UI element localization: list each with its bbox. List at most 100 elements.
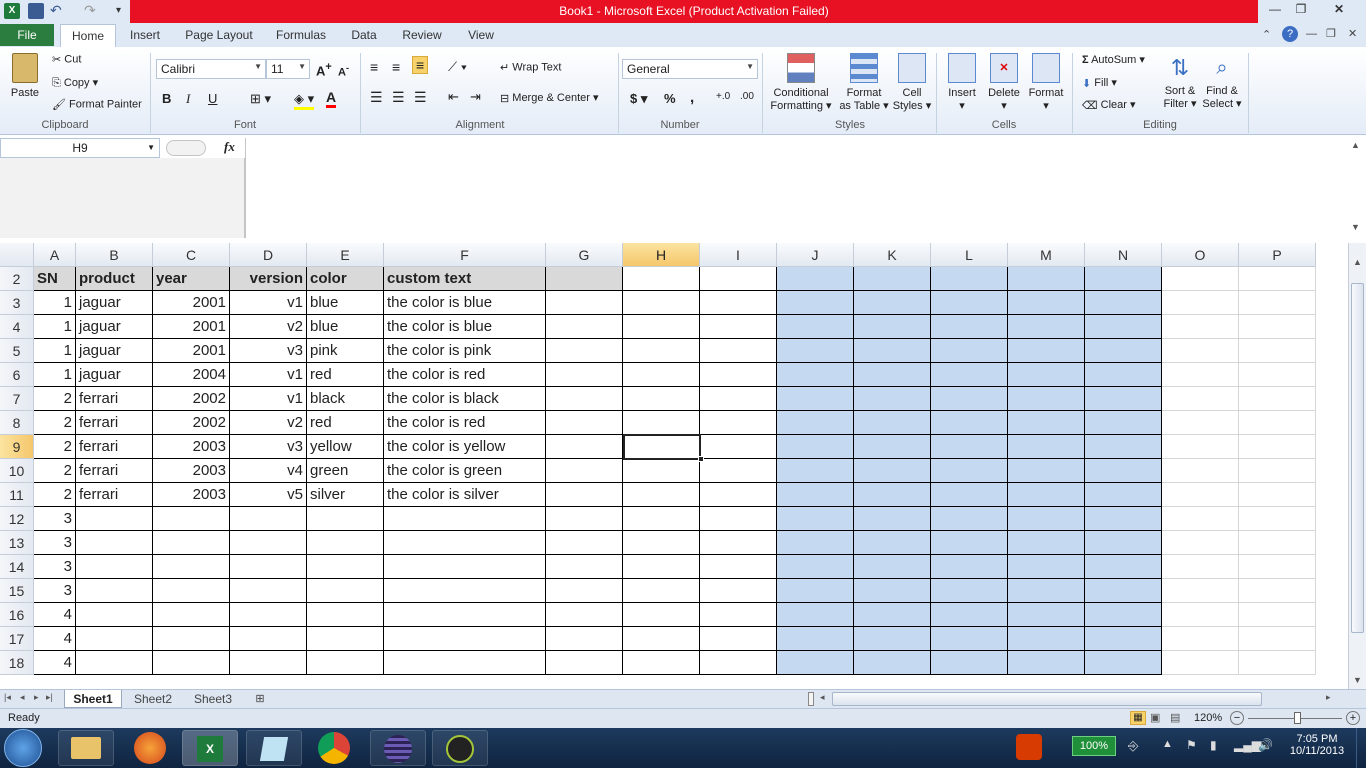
cell-l13[interactable] [931,531,1008,555]
cell-h11[interactable] [623,483,700,507]
cell-i11[interactable] [700,483,777,507]
battery-indicator[interactable]: 100% [1072,736,1116,756]
cell-o12[interactable] [1162,507,1239,531]
tab-insert[interactable]: Insert [124,24,166,46]
number-format-combo[interactable]: General ▼ [622,59,758,79]
cell-l8[interactable] [931,411,1008,435]
prev-sheet-icon[interactable]: ◂ [20,692,25,703]
cell-n10[interactable] [1085,459,1162,483]
cell-l10[interactable] [931,459,1008,483]
tab-page-layout[interactable]: Page Layout [180,24,258,46]
cell-p9[interactable] [1239,435,1316,459]
cell-k8[interactable] [854,411,931,435]
cell-g12[interactable] [546,507,623,531]
cell-b3[interactable]: jaguar [76,291,153,315]
excel-taskbar-icon[interactable]: X [182,730,238,766]
cell-c14[interactable] [153,555,230,579]
tab-sheet1[interactable]: Sheet1 [64,690,122,708]
cell-h4[interactable] [623,315,700,339]
cell-e6[interactable]: red [307,363,384,387]
autosum-button[interactable]: Σ AutoSum ▾ [1082,53,1145,66]
decrease-indent-icon[interactable]: ⇤ [448,89,459,105]
cell-a16[interactable]: 4 [34,603,76,627]
start-button-icon[interactable] [4,729,42,767]
cell-d5[interactable]: v3 [230,339,307,363]
android-icon[interactable] [432,730,488,766]
cell-e14[interactable] [307,555,384,579]
bold-button[interactable]: B [162,91,171,106]
cell-n9[interactable] [1085,435,1162,459]
cell-a2[interactable]: SN [34,267,76,291]
cell-i10[interactable] [700,459,777,483]
scroll-right-icon[interactable]: ▸ [1326,692,1331,703]
cell-m11[interactable] [1008,483,1085,507]
cell-g9[interactable] [546,435,623,459]
cell-i13[interactable] [700,531,777,555]
orientation-icon[interactable]: ⟋ ▾ [448,59,467,75]
decrease-decimal-icon[interactable]: .00 [740,91,754,102]
cell-j15[interactable] [777,579,854,603]
column-header-n[interactable]: N [1085,243,1162,267]
cell-c5[interactable]: 2001 [153,339,230,363]
cell-o16[interactable] [1162,603,1239,627]
action-center-icon[interactable]: ⚑ [1186,738,1197,752]
cell-d12[interactable] [230,507,307,531]
cell-h14[interactable] [623,555,700,579]
tab-sheet3[interactable]: Sheet3 [184,690,242,708]
workbook-minimize-icon[interactable]: — [1306,28,1317,40]
tab-formulas[interactable]: Formulas [272,24,330,46]
cell-l2[interactable] [931,267,1008,291]
first-sheet-icon[interactable]: |◂ [4,692,11,703]
cell-e9[interactable]: yellow [307,435,384,459]
cell-d8[interactable]: v2 [230,411,307,435]
cell-e16[interactable] [307,603,384,627]
cell-a11[interactable]: 2 [34,483,76,507]
cell-n17[interactable] [1085,627,1162,651]
cell-d14[interactable] [230,555,307,579]
cell-k16[interactable] [854,603,931,627]
cell-c16[interactable] [153,603,230,627]
cell-b11[interactable]: ferrari [76,483,153,507]
cell-n3[interactable] [1085,291,1162,315]
cell-d11[interactable]: v5 [230,483,307,507]
cell-b18[interactable] [76,651,153,675]
cell-c10[interactable]: 2003 [153,459,230,483]
cell-a18[interactable]: 4 [34,651,76,675]
cell-o7[interactable] [1162,387,1239,411]
italic-button[interactable]: I [186,91,190,107]
cell-i18[interactable] [700,651,777,675]
cell-i17[interactable] [700,627,777,651]
cell-p8[interactable] [1239,411,1316,435]
cell-l5[interactable] [931,339,1008,363]
cell-o4[interactable] [1162,315,1239,339]
cell-p16[interactable] [1239,603,1316,627]
redo-icon[interactable]: ↷ [84,3,100,19]
insert-function-icon[interactable]: fx [224,139,235,155]
cell-f6[interactable]: the color is red [384,363,546,387]
font-name-combo[interactable]: Calibri ▼ [156,59,266,79]
cell-a4[interactable]: 1 [34,315,76,339]
find-select-button[interactable]: ⌕ Find & Select ▾ [1202,51,1242,110]
last-sheet-icon[interactable]: ▸| [46,692,53,703]
cell-e2[interactable]: color [307,267,384,291]
row-header-15[interactable]: 15 [0,579,34,603]
cell-m6[interactable] [1008,363,1085,387]
cell-h7[interactable] [623,387,700,411]
page-layout-view-icon[interactable]: ▣ [1150,711,1160,724]
cell-m14[interactable] [1008,555,1085,579]
cell-c9[interactable]: 2003 [153,435,230,459]
cell-l14[interactable] [931,555,1008,579]
cell-k18[interactable] [854,651,931,675]
cell-g4[interactable] [546,315,623,339]
align-bottom-icon[interactable]: ≡ [412,56,429,74]
cell-n13[interactable] [1085,531,1162,555]
cell-g18[interactable] [546,651,623,675]
cell-g2[interactable] [546,267,623,291]
cell-a17[interactable]: 4 [34,627,76,651]
cell-o11[interactable] [1162,483,1239,507]
align-middle-icon[interactable]: ≡ [392,59,400,75]
cell-g6[interactable] [546,363,623,387]
column-header-i[interactable]: I [700,243,777,267]
cell-g14[interactable] [546,555,623,579]
cell-p11[interactable] [1239,483,1316,507]
